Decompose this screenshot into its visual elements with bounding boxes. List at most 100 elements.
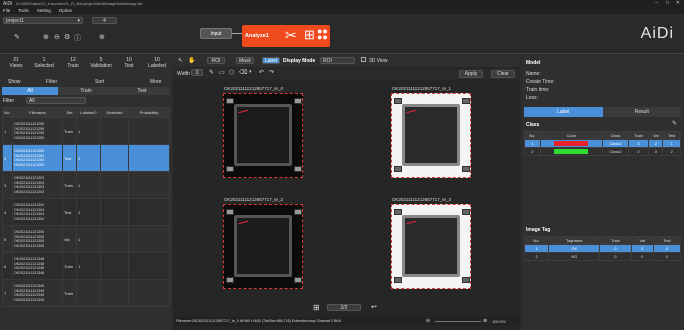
roi-button[interactable]: ROI <box>207 57 225 64</box>
stat-validation[interactable]: 5 Validation <box>87 57 115 69</box>
tab-label[interactable]: Label <box>524 107 603 117</box>
set-cell: Test <box>62 198 77 226</box>
stat-selected[interactable]: 1 Selected <box>31 57 57 69</box>
zoom-out-icon[interactable]: ⊖ <box>426 318 430 324</box>
column-header[interactable]: Set <box>62 107 77 118</box>
set-cell: Train <box>62 279 77 307</box>
tag-row[interactable]: 2 NG 0 0 0 <box>523 252 682 261</box>
edit-icon[interactable]: ✎ <box>14 33 20 41</box>
tab-all[interactable]: All <box>2 87 58 95</box>
stat-labeled[interactable]: 10 Labeled <box>144 57 170 69</box>
tag-number: 1 <box>523 244 550 253</box>
redo-icon[interactable]: ↷ <box>269 69 274 76</box>
zoom-in-icon[interactable]: ⊕ <box>483 318 487 324</box>
filename-cell: OK2021111121263 OK2021111121263 OK20211111… <box>12 144 63 172</box>
fill-tool-icon[interactable]: ◐ <box>249 69 253 75</box>
column-header[interactable]: Labeled? <box>76 107 101 118</box>
poly-tool-icon[interactable]: ⬠ <box>229 69 234 76</box>
table-row[interactable]: 3 OK2021111121303 OK2021111121303 OK2021111… <box>2 171 170 199</box>
label-button[interactable]: Label <box>262 57 280 64</box>
settings-icon[interactable]: ⚙ <box>64 33 70 41</box>
menu-setting[interactable]: Setting <box>37 8 51 13</box>
pen-tool-icon[interactable]: ✎ <box>209 69 214 76</box>
info-icon[interactable]: ⓘ <box>74 33 81 43</box>
hand-tool-icon[interactable]: ✋ <box>188 57 195 64</box>
tag-name: NG <box>548 252 601 261</box>
3d-view-label: 3D View <box>369 58 388 64</box>
class-number: 2 <box>524 147 541 156</box>
column-header: Train <box>599 236 632 245</box>
stat-views[interactable]: 21 Views <box>3 57 29 69</box>
table-row[interactable]: 2 OK2021111121263 OK2021111121263 OK2021111… <box>2 144 170 172</box>
minimize-icon[interactable]: – <box>655 0 658 6</box>
rect-tool-icon[interactable]: ▭ <box>219 69 225 76</box>
filename: OK2021111121305 <box>14 243 45 248</box>
tab-result[interactable]: Result <box>602 107 681 117</box>
column-header[interactable]: No. <box>2 107 13 118</box>
stat-train[interactable]: 12 Train <box>60 57 86 69</box>
menu-option[interactable]: Option <box>59 8 72 13</box>
filter-select[interactable]: All <box>26 97 86 104</box>
viewer-toolbar-2: Width 3 ✎ ▭ ⬠ ⌫ ◐ ↶ ↷ Apply Clear <box>173 68 520 79</box>
back-icon[interactable]: ↩ <box>371 303 377 311</box>
cursor-tool-icon[interactable]: ↖ <box>178 57 183 64</box>
table-row[interactable]: 1 OK2021111121259 OK2021111121259 OK2021111… <box>2 117 170 145</box>
model-create-time-field: Create Time: <box>526 79 555 85</box>
remove-icon[interactable]: ⊖ <box>54 33 60 41</box>
display-mode-select[interactable]: ROI <box>320 57 355 64</box>
class-row[interactable]: 2 Class2 2 0 2 <box>524 147 681 156</box>
set-cell: Val <box>62 225 77 253</box>
maximize-icon[interactable]: □ <box>666 0 669 6</box>
tab-test[interactable]: Test <box>114 87 170 95</box>
stat-test[interactable]: 10 Test <box>116 57 142 69</box>
add-node-icon[interactable]: ⊕ <box>99 33 105 41</box>
tag-row[interactable]: 1 OK 0 0 0 <box>523 244 682 253</box>
table-row[interactable]: 6 OK2021111121348 OK2021111121348 OK2021111… <box>2 252 170 280</box>
class-color <box>539 139 604 148</box>
clear-button[interactable]: Clear <box>491 70 515 78</box>
tab-train[interactable]: Train <box>58 87 114 95</box>
analyze-node[interactable]: Analyze1 ✂ ⊞ ●● ●● <box>242 25 330 47</box>
menu-file[interactable]: File <box>3 8 10 13</box>
class-table: No. Color Class Train Val Test 1 Class1 3 2… <box>524 131 681 156</box>
view-tabs: All Train Test <box>2 87 170 95</box>
table-row[interactable]: 5 OK2021111121305 OK2021111121305 OK2021111… <box>2 225 170 253</box>
grid-view-icon[interactable]: ⊞ <box>313 303 320 312</box>
eraser-tool-icon[interactable]: ⌫ <box>239 69 247 76</box>
menu-tools[interactable]: Tools <box>18 8 29 13</box>
width-input[interactable]: 3 <box>191 69 203 76</box>
table-row[interactable]: 4 OK2021111121304 OK2021111121304 OK2021111… <box>2 198 170 226</box>
undo-icon[interactable]: ↶ <box>259 69 264 76</box>
color-swatch[interactable] <box>554 149 589 154</box>
column-header[interactable]: Filename <box>12 107 63 118</box>
column-header[interactable]: Probability <box>128 107 170 118</box>
add-icon[interactable]: ⊕ <box>43 33 49 41</box>
window-path: D:\AIDI\Sales\02_Kaccsdo\01_R_dbk\projec… <box>16 1 143 6</box>
apply-button[interactable]: Apply <box>459 70 483 78</box>
filename-cell: OK2021111121304 OK2021111121304 OK20211111… <box>12 198 63 226</box>
color-swatch[interactable] <box>554 141 589 146</box>
edit-class-icon[interactable]: ✎ <box>672 120 677 127</box>
class-row[interactable]: 1 Class1 3 2 1 <box>524 139 681 148</box>
3d-view-checkbox[interactable] <box>361 57 366 62</box>
page-indicator[interactable]: 2/2 <box>327 304 361 311</box>
zoom-slider[interactable] <box>435 321 481 322</box>
page-select[interactable]: 4 <box>92 17 117 24</box>
more-button[interactable]: More <box>150 79 161 85</box>
title-bar: AiDi D:\AIDI\Sales\02_Kaccsdo\01_R_dbk\p… <box>0 0 684 7</box>
project-select[interactable]: project1 ▾ <box>3 17 83 24</box>
detected-cell <box>100 117 129 145</box>
input-node[interactable]: Input <box>200 28 232 39</box>
image-thumbnail[interactable] <box>391 204 471 289</box>
close-icon[interactable]: ✕ <box>676 0 680 6</box>
table-row[interactable]: 7 OK2021111121349 OK2021111121349 OK2021111… <box>2 279 170 307</box>
image-thumbnail[interactable] <box>223 93 303 178</box>
filter-button[interactable]: Filter <box>46 79 57 85</box>
image-thumbnail[interactable] <box>223 204 303 289</box>
sort-button[interactable]: Sort <box>95 79 104 85</box>
column-header[interactable]: Detected <box>100 107 129 118</box>
show-button[interactable]: Show <box>8 79 21 85</box>
mask-button[interactable]: Mask <box>236 57 254 64</box>
labeled-cell <box>76 279 101 307</box>
image-thumbnail[interactable] <box>391 93 471 178</box>
